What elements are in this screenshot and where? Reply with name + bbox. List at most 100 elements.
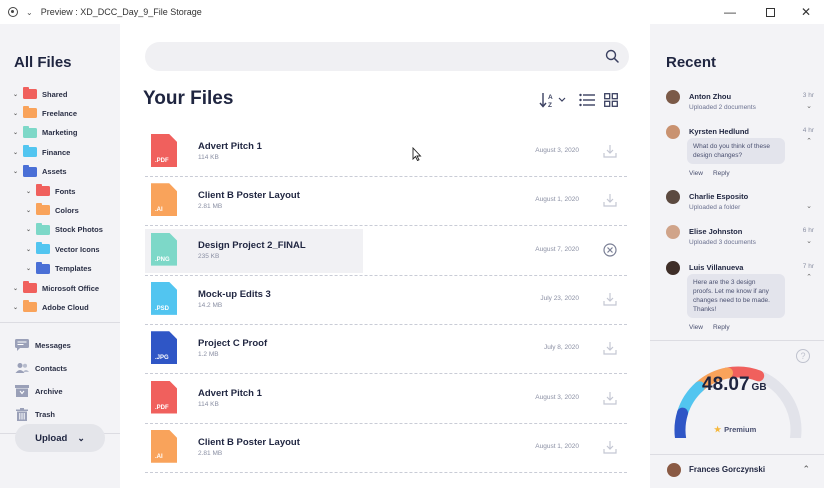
activity-time: 4 hr bbox=[802, 127, 814, 134]
file-row[interactable]: .PSD Mock-up Edits 3 14.2 MB July 23, 2020 bbox=[145, 276, 627, 325]
file-extension: .PNG bbox=[155, 256, 170, 263]
chevron-down-icon[interactable]: ⌄ bbox=[806, 102, 812, 110]
file-row[interactable]: .AI Client B Poster Layout 2.81 MB August 1… bbox=[145, 177, 627, 227]
chevron-down-icon[interactable]: ⌄ bbox=[13, 129, 21, 136]
file-row[interactable]: .PNG Design Project 2_FINAL 235 KB August 7… bbox=[145, 227, 627, 276]
file-size: 2.81 MB bbox=[198, 203, 223, 211]
trash-icon bbox=[15, 407, 29, 421]
reply-link[interactable]: Reply bbox=[713, 324, 730, 331]
sidebar: All Files ⌄ Shared ⌄ Freelance ⌄ Marketing ⌄ Fi… bbox=[0, 24, 120, 488]
file-row[interactable]: .PDF Advert Pitch 1 114 KB August 3, 2020 bbox=[145, 128, 627, 177]
user-name: Frances Gorczynski bbox=[689, 465, 766, 474]
list-view-button[interactable] bbox=[578, 91, 596, 109]
activity-time: 7 hr bbox=[802, 263, 814, 270]
download-icon[interactable] bbox=[603, 341, 617, 355]
close-button[interactable]: ✕ bbox=[786, 0, 824, 24]
file-name: Advert Pitch 1 bbox=[198, 387, 262, 399]
message-line: What do you think of these bbox=[693, 143, 770, 150]
sidebar-item-contacts[interactable]: Contacts bbox=[15, 360, 67, 376]
folder-item[interactable]: ⌄ Marketing bbox=[13, 125, 77, 141]
view-link[interactable]: View bbox=[689, 170, 703, 177]
file-type-icon: .PNG bbox=[151, 232, 177, 266]
file-row[interactable]: .JPG Project C Proof 1.2 MB July 8, 2020 bbox=[145, 325, 627, 375]
message-actions: View Reply bbox=[689, 170, 740, 177]
file-size: 114 KB bbox=[198, 154, 219, 161]
archive-icon bbox=[15, 385, 29, 397]
chevron-up-icon[interactable]: ⌃ bbox=[806, 273, 812, 281]
folder-item[interactable]: ⌄ Colors bbox=[26, 202, 79, 218]
folder-item[interactable]: ⌄ Templates bbox=[26, 261, 92, 277]
chevron-down-icon[interactable]: ⌄ bbox=[806, 202, 812, 210]
chevron-down-icon[interactable]: ⌄ bbox=[26, 8, 33, 17]
folder-icon bbox=[23, 87, 37, 99]
chevron-down-icon[interactable]: ⌄ bbox=[13, 285, 21, 292]
file-name: Advert Pitch 1 bbox=[198, 141, 262, 152]
folder-item[interactable]: ⌄ Assets bbox=[13, 164, 67, 180]
folder-label: Templates bbox=[55, 264, 92, 274]
folder-item[interactable]: ⌄ Vector Icons bbox=[26, 241, 100, 257]
folder-label: Finance bbox=[42, 147, 71, 157]
chevron-up-icon[interactable]: ⌃ bbox=[806, 137, 812, 145]
file-row[interactable]: .PDF Advert Pitch 1 114 KB August 3, 2020 bbox=[145, 375, 627, 424]
file-type-icon: .JPG bbox=[151, 331, 177, 365]
avatar bbox=[666, 190, 680, 204]
chevron-down-icon[interactable]: ⌄ bbox=[13, 304, 21, 311]
upload-button[interactable]: Upload ⌄ bbox=[15, 424, 105, 452]
chevron-down-icon[interactable]: ⌄ bbox=[13, 110, 21, 117]
sort-az-icon: A Z bbox=[539, 93, 566, 109]
chevron-down-icon[interactable]: ⌄ bbox=[26, 207, 34, 214]
activity-time: 3 hr bbox=[802, 92, 814, 99]
file-date: August 1, 2020 bbox=[535, 196, 579, 204]
download-icon[interactable] bbox=[603, 193, 617, 207]
file-date: July 8, 2020 bbox=[543, 344, 579, 352]
download-icon[interactable] bbox=[603, 144, 617, 158]
chevron-down-icon[interactable]: ⌄ bbox=[13, 168, 21, 175]
cancel-upload-icon[interactable] bbox=[603, 242, 617, 257]
user-menu[interactable]: Frances Gorczynski ⌃ bbox=[650, 458, 824, 482]
folder-item[interactable]: ⌄ Shared bbox=[13, 86, 67, 102]
chevron-down-icon[interactable]: ⌄ bbox=[13, 91, 21, 98]
search-input[interactable] bbox=[145, 42, 629, 71]
folder-item[interactable]: ⌄ Stock Photos bbox=[26, 222, 103, 238]
folder-label: Stock Photos bbox=[55, 225, 103, 235]
reply-link[interactable]: Reply bbox=[713, 170, 730, 177]
chevron-down-icon[interactable]: ⌄ bbox=[26, 226, 34, 233]
download-icon[interactable] bbox=[603, 440, 617, 454]
file-date: August 3, 2020 bbox=[535, 147, 579, 154]
folder-item[interactable]: ⌄ Microsoft Office bbox=[13, 280, 99, 296]
upload-label: Upload bbox=[35, 432, 68, 444]
folder-item[interactable]: ⌄ Adobe Cloud bbox=[13, 299, 89, 315]
chevron-down-icon[interactable]: ⌄ bbox=[26, 188, 34, 195]
chevron-down-icon[interactable]: ⌄ bbox=[26, 246, 34, 253]
file-row[interactable]: .AI Client B Poster Layout 2.81 MB August 1… bbox=[145, 424, 627, 473]
chevron-up-icon[interactable]: ⌃ bbox=[802, 464, 810, 475]
chevron-down-icon[interactable]: ⌄ bbox=[806, 237, 812, 245]
minimize-button[interactable]: — bbox=[710, 0, 750, 24]
folder-label: Adobe Cloud bbox=[42, 302, 89, 312]
file-size: 1.2 MB bbox=[198, 351, 219, 359]
maximize-button[interactable] bbox=[750, 0, 790, 24]
folder-label: Microsoft Office bbox=[42, 283, 100, 293]
sidebar-item-messages[interactable]: Messages bbox=[15, 337, 71, 353]
storage-unit: GB bbox=[751, 382, 767, 393]
view-link[interactable]: View bbox=[689, 324, 703, 331]
folder-item[interactable]: ⌄ Fonts bbox=[26, 183, 75, 199]
file-size: 14.2 MB bbox=[198, 301, 223, 309]
file-name: Client B Poster Layout bbox=[198, 436, 300, 448]
chevron-down-icon[interactable]: ⌄ bbox=[13, 149, 21, 156]
folder-item[interactable]: ⌄ Freelance bbox=[13, 105, 77, 121]
chevron-down-icon[interactable]: ⌄ bbox=[26, 265, 34, 272]
search-icon[interactable] bbox=[605, 49, 619, 63]
grid-view-button[interactable] bbox=[603, 91, 619, 109]
message-line: proofs. Let me know if any bbox=[693, 288, 769, 295]
folder-item[interactable]: ⌄ Finance bbox=[13, 144, 70, 160]
activity-user-name: Elise Johnston bbox=[689, 227, 743, 236]
folder-icon bbox=[23, 300, 37, 313]
sort-button[interactable]: A Z bbox=[539, 91, 569, 109]
download-icon[interactable] bbox=[603, 391, 617, 405]
file-date: August 3, 2020 bbox=[535, 393, 579, 401]
download-icon[interactable] bbox=[603, 292, 617, 306]
sidebar-item-trash[interactable]: Trash bbox=[15, 406, 55, 422]
app-icon[interactable] bbox=[8, 7, 18, 17]
sidebar-item-archive[interactable]: Archive bbox=[15, 383, 63, 399]
